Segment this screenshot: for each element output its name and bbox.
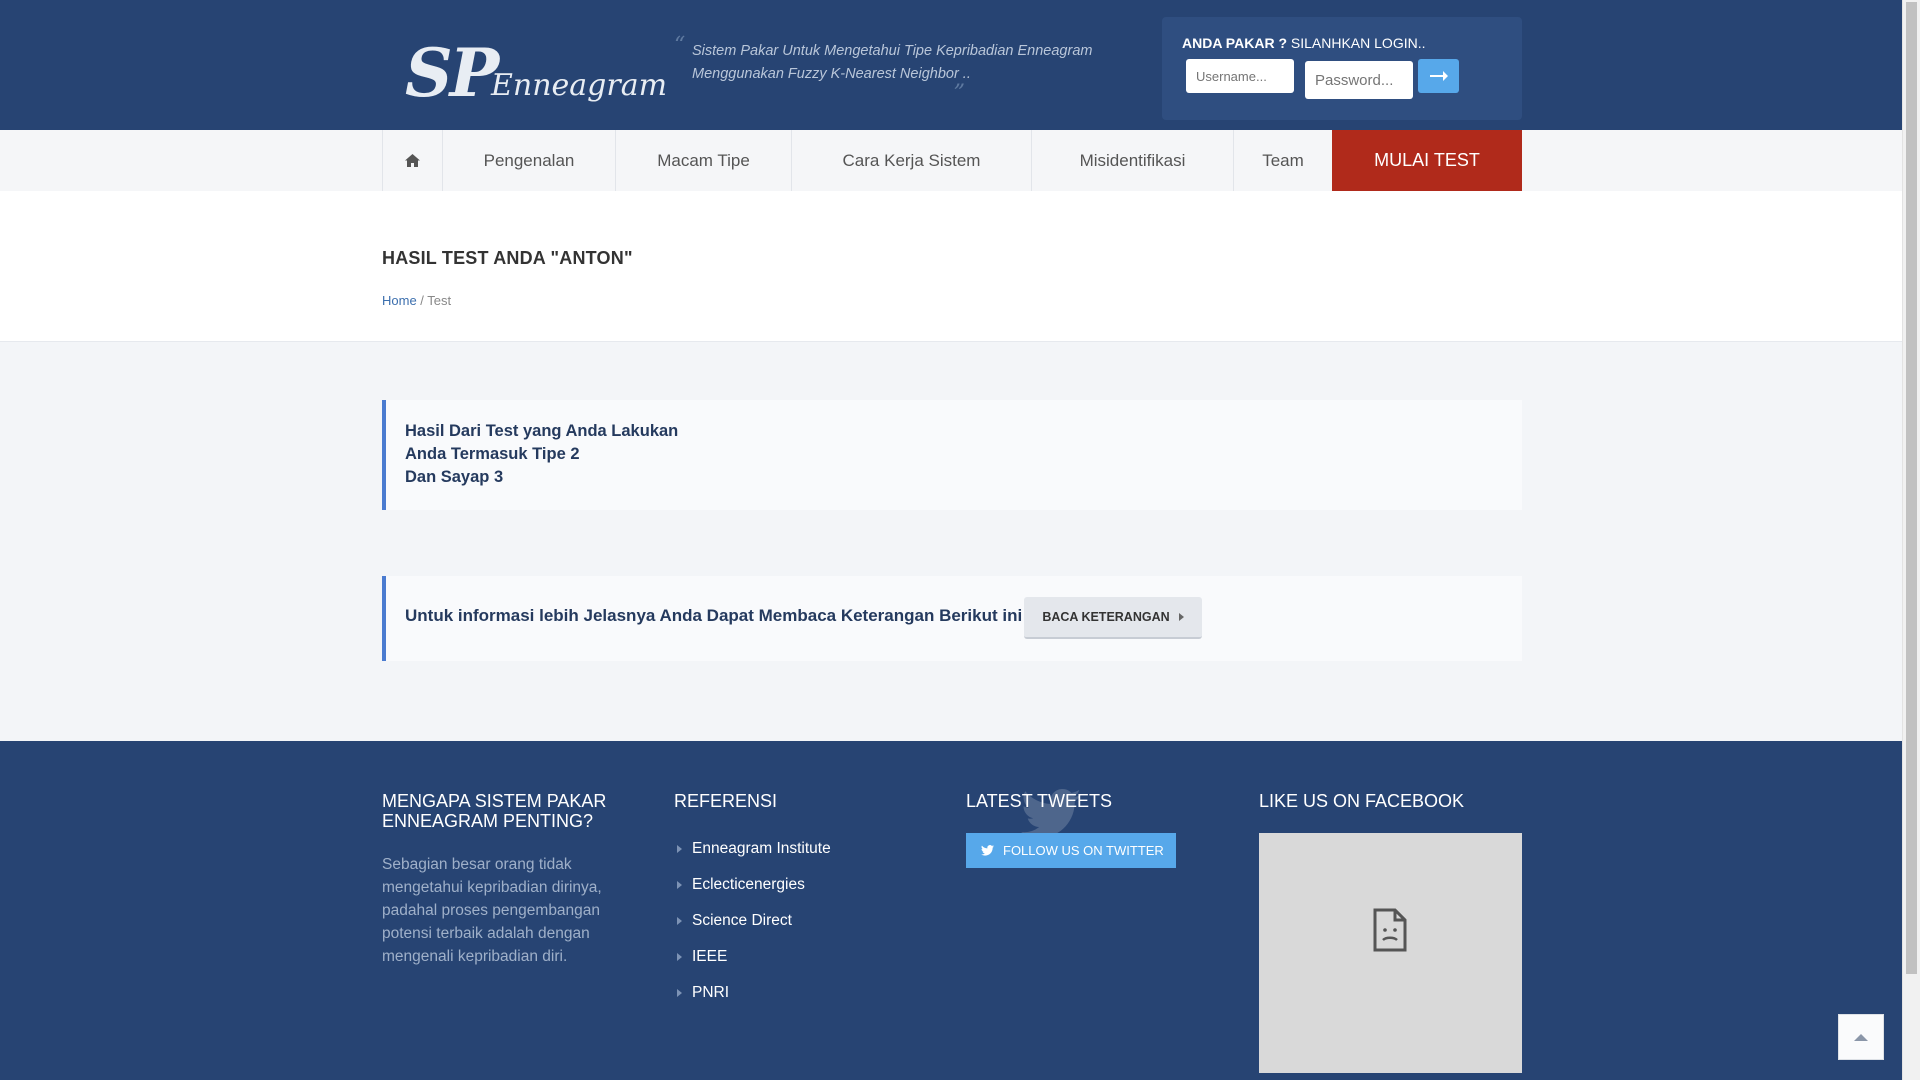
site-header: SP Enneagram “ Sistem Pakar Untuk Menget… (0, 0, 1903, 130)
main-nav: Pengenalan Macam Tipe Cara Kerja Sistem … (0, 130, 1903, 192)
login-title-rest: SILANHKAN LOGIN.. (1287, 35, 1426, 51)
footer-why-title: MENGAPA SISTEM PAKAR ENNEAGRAM PENTING? (382, 791, 607, 831)
reference-link[interactable]: Enneagram Institute (674, 831, 924, 867)
breadcrumb-separator: / (416, 293, 428, 308)
footer-col-tweets: LATEST TWEETS FOLLOW US ON TWITTER (966, 789, 1216, 868)
facebook-embed-frame[interactable] (1259, 833, 1522, 1073)
nav-team[interactable]: Team (1233, 130, 1332, 191)
scrollbar-thumb[interactable] (1906, 2, 1917, 974)
footer-col-facebook: LIKE US ON FACEBOOK (1259, 791, 1522, 1073)
logo-word: Enneagram (491, 68, 668, 103)
password-input[interactable] (1305, 61, 1413, 99)
references-list: Enneagram Institute Eclecticenergies Sci… (674, 831, 924, 1011)
nav-mulai-test-button[interactable]: MULAI TEST (1332, 130, 1522, 191)
twitter-bird-watermark-icon (1021, 789, 1081, 838)
scroll-to-top-button[interactable] (1838, 1014, 1884, 1060)
caret-right-icon (677, 845, 682, 853)
nav-misidentifikasi[interactable]: Misidentifikasi (1031, 130, 1233, 191)
result-line-3: Dan Sayap 3 (405, 468, 504, 486)
result-callout: Hasil Dari Test yang Anda Lakukan Anda T… (382, 400, 1522, 510)
chevron-up-icon (1854, 1033, 1868, 1041)
breadcrumb-home-link[interactable]: Home (382, 293, 417, 308)
login-title-bold: ANDA PAKAR ? (1182, 35, 1287, 51)
footer-facebook-title: LIKE US ON FACEBOOK (1259, 791, 1465, 811)
caret-right-icon (677, 953, 682, 961)
footer-why-text: Sebagian besar orang tidak mengetahui ke… (382, 856, 602, 965)
username-input[interactable] (1186, 59, 1294, 93)
reference-label: Enneagram Institute (692, 840, 831, 857)
baca-keterangan-button[interactable]: BACA KETERANGAN (1024, 597, 1202, 639)
caret-right-icon (677, 881, 682, 889)
page-title-section: HASIL TEST ANDA "ANTON" Home / Test (0, 191, 1903, 342)
page-title: HASIL TEST ANDA "ANTON" (382, 248, 633, 268)
reference-label: Eclecticenergies (692, 876, 805, 893)
nav-home[interactable] (382, 130, 442, 191)
breadcrumb-current: Test (427, 293, 452, 308)
arrow-right-icon (1429, 71, 1448, 81)
result-line-1: Hasil Dari Test yang Anda Lakukan (405, 422, 679, 440)
site-footer: MENGAPA SISTEM PAKAR ENNEAGRAM PENTING? … (0, 741, 1903, 1080)
footer-tweets-title: LATEST TWEETS (966, 791, 1113, 811)
reference-link[interactable]: Eclecticenergies (674, 867, 924, 903)
footer-col-references: REFERENSI Enneagram Institute Eclecticen… (674, 791, 924, 1011)
footer-col-why: MENGAPA SISTEM PAKAR ENNEAGRAM PENTING? … (382, 791, 632, 968)
nav-cara-kerja-sistem[interactable]: Cara Kerja Sistem (791, 130, 1031, 191)
twitter-icon (981, 845, 994, 856)
footer-references-title: REFERENSI (674, 791, 778, 811)
login-box: ANDA PAKAR ? SILANHKAN LOGIN.. (1162, 17, 1522, 120)
follow-twitter-button[interactable]: FOLLOW US ON TWITTER (966, 833, 1176, 868)
open-quote-icon: “ (674, 33, 686, 58)
logo-sp: SP (405, 34, 499, 112)
home-icon (405, 154, 420, 167)
tagline-text: Sistem Pakar Untuk Mengetahui Tipe Kepri… (692, 43, 1093, 82)
info-text: Untuk informasi lebih Jelasnya Anda Dapa… (405, 606, 1023, 625)
info-callout: Untuk informasi lebih Jelasnya Anda Dapa… (382, 576, 1522, 661)
reference-link[interactable]: PNRI (674, 975, 924, 1011)
caret-right-icon (677, 917, 682, 925)
nav-macam-tipe[interactable]: Macam Tipe (615, 130, 791, 191)
follow-twitter-label: FOLLOW US ON TWITTER (1003, 843, 1164, 858)
result-line-2: Anda Termasuk Tipe 2 (405, 445, 580, 463)
reference-label: PNRI (692, 984, 730, 1001)
site-tagline: “ Sistem Pakar Untuk Mengetahui Tipe Kep… (674, 34, 1094, 91)
close-quote-icon: „ (954, 67, 966, 92)
reference-link[interactable]: IEEE (674, 939, 924, 975)
breadcrumb: Home / Test (382, 293, 451, 308)
reference-label: Science Direct (692, 912, 792, 929)
nav-pengenalan[interactable]: Pengenalan (442, 130, 615, 191)
reference-link[interactable]: Science Direct (674, 903, 924, 939)
page-scrollbar[interactable] (1902, 0, 1920, 1080)
login-title: ANDA PAKAR ? SILANHKAN LOGIN.. (1182, 35, 1425, 51)
caret-right-icon (1178, 613, 1184, 621)
caret-right-icon (677, 989, 682, 997)
page: SP Enneagram “ Sistem Pakar Untuk Menget… (0, 0, 1903, 1080)
baca-keterangan-label: BACA KETERANGAN (1042, 610, 1170, 624)
login-submit-button[interactable] (1418, 59, 1459, 93)
broken-page-icon (1373, 908, 1407, 952)
site-logo[interactable]: SP Enneagram (405, 34, 667, 112)
reference-label: IEEE (692, 948, 728, 965)
